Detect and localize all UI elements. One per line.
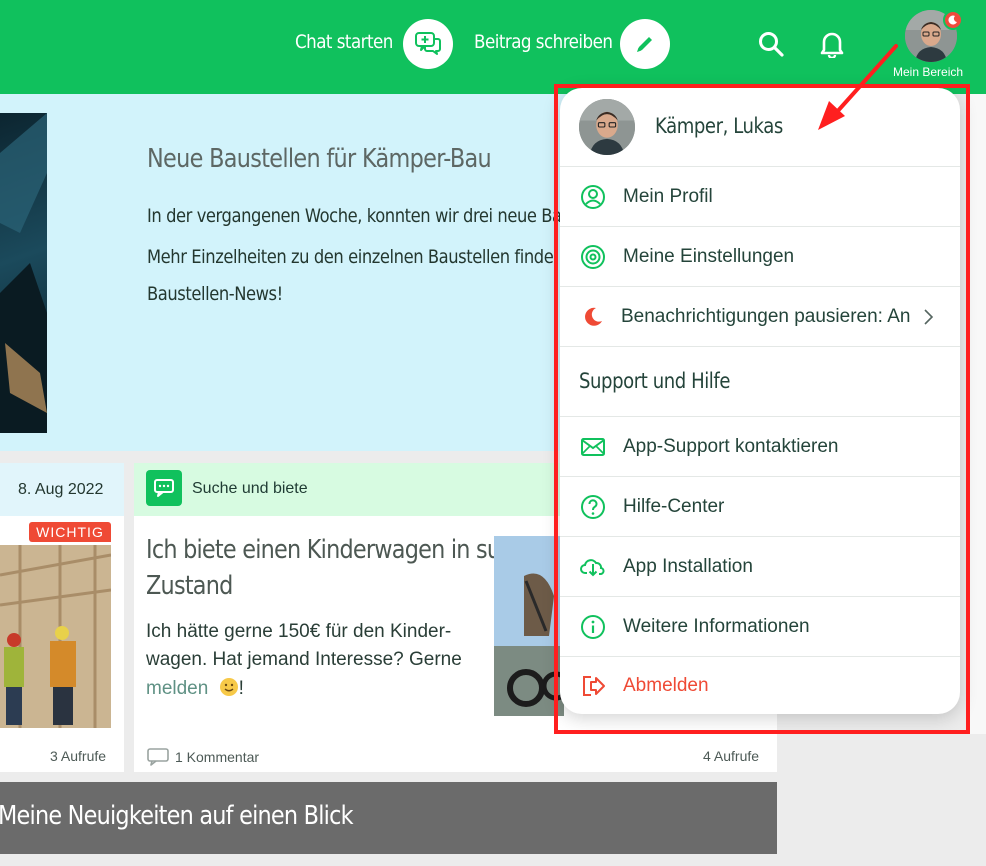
hero-title: Neue Baustellen für Kämper-Bau	[147, 144, 492, 174]
annotation-highlight-box	[554, 84, 970, 734]
news-overview-banner: Meine Neuigkeiten auf einen Blick	[0, 782, 777, 854]
pause-status-badge	[943, 10, 963, 30]
comment-count[interactable]: 1 Kommentar	[147, 748, 259, 766]
hero-image	[0, 113, 47, 433]
post-title-line-2: Zustand	[146, 571, 233, 601]
card-mid-views: 4 Aufrufe	[703, 748, 760, 764]
post-title-line-1: Ich biete einen Kinderwagen in super	[146, 535, 536, 565]
chat-plus-icon	[415, 32, 441, 55]
pencil-icon	[637, 37, 652, 52]
category-icon-box	[146, 470, 182, 506]
melden-link[interactable]: melden	[146, 678, 208, 699]
right-content-edge	[970, 94, 986, 734]
post-text-line-1: Ich hätte gerne 150€ für den Kinder-	[146, 621, 452, 642]
moon-icon	[948, 15, 957, 25]
search-button[interactable]	[757, 30, 785, 58]
chat-start-label[interactable]: Chat starten	[295, 31, 393, 53]
comment-count-label: 1 Kommentar	[175, 749, 260, 765]
hero-text-line-2: Mehr Einzelheiten zu den einzelnen Baust…	[147, 246, 554, 268]
bell-icon	[820, 32, 844, 58]
comment-icon	[147, 748, 169, 766]
hero-text-line-1: In der vergangenen Woche, konnten wir dr…	[147, 205, 562, 227]
important-badge: WICHTIG	[29, 522, 111, 542]
card-left-views: 3 Aufrufe	[50, 748, 107, 764]
post-text-end: !	[238, 678, 244, 699]
search-icon	[759, 32, 784, 57]
chat-bubble-icon	[154, 479, 174, 497]
news-overview-title: Meine Neuigkeiten auf einen Blick	[0, 801, 354, 831]
smiley-icon	[219, 677, 239, 703]
construction-workers-image	[0, 545, 111, 728]
write-post-button[interactable]	[620, 19, 670, 69]
card-date: 8. Aug 2022	[18, 481, 104, 498]
post-text-line-2: wagen. Hat jemand Interesse? Gerne	[146, 649, 462, 670]
hero-text-line-3: Baustellen-News!	[147, 283, 283, 305]
chat-start-button[interactable]	[403, 19, 453, 69]
category-label: Suche und biete	[192, 480, 308, 497]
post-text-line-3: melden !	[146, 677, 244, 703]
notifications-button[interactable]	[818, 29, 846, 59]
write-post-label[interactable]: Beitrag schreiben	[474, 31, 613, 53]
my-area-label[interactable]: Mein Bereich	[893, 65, 963, 79]
